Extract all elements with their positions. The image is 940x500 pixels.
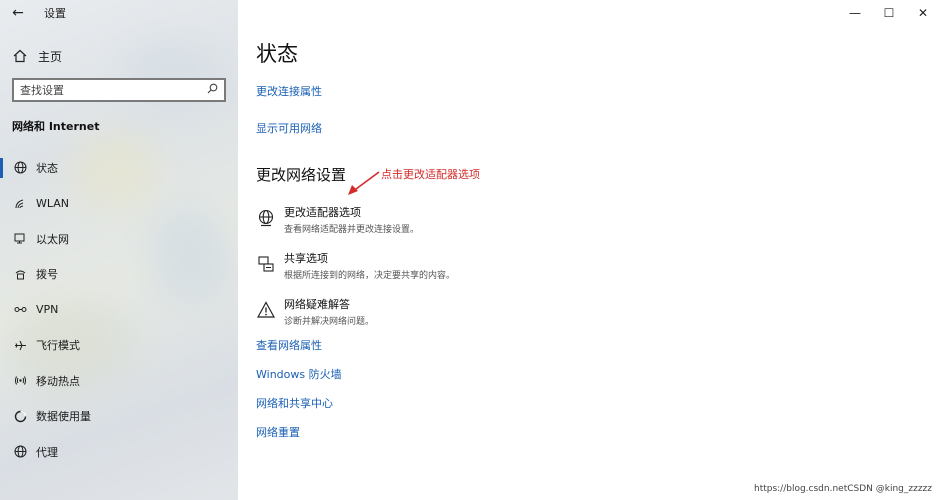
search-box[interactable] xyxy=(12,78,226,102)
warning-icon xyxy=(256,300,276,320)
sidebar-item-data-usage[interactable]: 数据使用量 xyxy=(0,399,238,435)
maximize-icon: ☐ xyxy=(883,6,895,20)
adapter-globe-icon xyxy=(256,208,276,228)
settings-window: ← 设置 主页 网络和 Internet 状态 xyxy=(0,0,940,500)
hotspot-icon xyxy=(12,374,28,387)
sidebar-item-hotspot[interactable]: 移动热点 xyxy=(0,363,238,399)
vpn-icon xyxy=(12,303,28,316)
annotation-arrow-icon xyxy=(348,171,380,195)
option-title: 更改适配器选项 xyxy=(284,206,361,219)
sidebar-item-status[interactable]: 状态 xyxy=(0,150,238,186)
search-icon[interactable] xyxy=(207,83,218,97)
link-change-connection-properties[interactable]: 更改连接属性 xyxy=(256,83,322,99)
search-input[interactable] xyxy=(20,83,207,97)
sidebar-item-label: VPN xyxy=(36,303,59,317)
sidebar-item-proxy[interactable]: 代理 xyxy=(0,434,238,470)
sidebar-item-label: 数据使用量 xyxy=(36,410,91,424)
sidebar-item-vpn[interactable]: VPN xyxy=(0,292,238,328)
option-description: 查看网络适配器并更改连接设置。 xyxy=(284,225,420,235)
sidebar-item-label: WLAN xyxy=(36,196,70,210)
sidebar-item-label: 代理 xyxy=(36,445,58,459)
sidebar-item-ethernet[interactable]: 以太网 xyxy=(0,221,238,257)
nav-home-label: 主页 xyxy=(38,49,63,64)
sidebar-item-airplane[interactable]: 飞行模式 xyxy=(0,328,238,364)
sharing-icon xyxy=(256,254,276,274)
link-show-available-networks[interactable]: 显示可用网络 xyxy=(256,120,322,136)
option-title: 共享选项 xyxy=(284,252,328,265)
option-change-adapter[interactable]: 更改适配器选项 查看网络适配器并更改连接设置。 xyxy=(256,204,656,236)
globe-icon xyxy=(12,161,28,174)
nav-home[interactable]: 主页 xyxy=(0,42,238,70)
minimize-button[interactable]: — xyxy=(838,0,872,26)
sidebar-item-label: 飞行模式 xyxy=(36,339,80,353)
back-arrow-icon: ← xyxy=(12,5,24,21)
option-sharing[interactable]: 共享选项 根据所连接到的网络，决定要共享的内容。 xyxy=(256,250,656,282)
option-title: 网络疑难解答 xyxy=(284,298,350,311)
data-usage-icon xyxy=(12,410,28,423)
link-network-sharing-center[interactable]: 网络和共享中心 xyxy=(256,395,333,411)
link-windows-firewall[interactable]: Windows 防火墙 xyxy=(256,366,342,382)
sidebar-item-label: 状态 xyxy=(36,161,58,175)
sidebar-item-wlan[interactable]: WLAN xyxy=(0,186,238,222)
option-troubleshoot[interactable]: 网络疑难解答 诊断并解决网络问题。 xyxy=(256,296,656,328)
main-content: — ☐ ✕ 状态 更改连接属性 显示可用网络 更改网络设置 点击更改适配器选项 … xyxy=(238,0,940,500)
back-button[interactable]: ← xyxy=(0,0,36,26)
section-title: 网络和 Internet xyxy=(12,120,100,133)
close-icon: ✕ xyxy=(917,6,929,20)
nav-list: 状态 WLAN 以太网 拨号 VPN 飞行模式 移动热点 数据使用量 代理 xyxy=(0,150,238,470)
section-heading: 更改网络设置 xyxy=(256,166,347,184)
link-network-reset[interactable]: 网络重置 xyxy=(256,424,300,440)
sidebar-item-label: 移动热点 xyxy=(36,374,80,388)
close-button[interactable]: ✕ xyxy=(906,0,940,26)
app-title: 设置 xyxy=(44,7,66,20)
annotation-text: 点击更改适配器选项 xyxy=(381,168,480,181)
watermark: https://blog.csdn.netCSDN @king_zzzzz xyxy=(753,484,932,494)
maximize-button[interactable]: ☐ xyxy=(872,0,906,26)
ethernet-icon xyxy=(12,232,28,245)
sidebar-item-label: 拨号 xyxy=(36,268,58,282)
option-description: 根据所连接到的网络，决定要共享的内容。 xyxy=(284,271,456,281)
window-controls: — ☐ ✕ xyxy=(838,0,940,26)
airplane-icon xyxy=(12,339,28,352)
option-description: 诊断并解决网络问题。 xyxy=(284,317,375,327)
page-title: 状态 xyxy=(256,42,298,66)
link-view-network-properties[interactable]: 查看网络属性 xyxy=(256,337,322,353)
titlebar-left: ← 设置 xyxy=(0,0,66,26)
dialup-icon xyxy=(12,268,28,281)
proxy-globe-icon xyxy=(12,445,28,458)
sidebar: ← 设置 主页 网络和 Internet 状态 xyxy=(0,0,238,500)
home-icon xyxy=(12,49,28,63)
wifi-icon xyxy=(12,197,28,210)
sidebar-item-dialup[interactable]: 拨号 xyxy=(0,257,238,293)
sidebar-item-label: 以太网 xyxy=(36,232,69,246)
minimize-icon: — xyxy=(849,6,861,20)
